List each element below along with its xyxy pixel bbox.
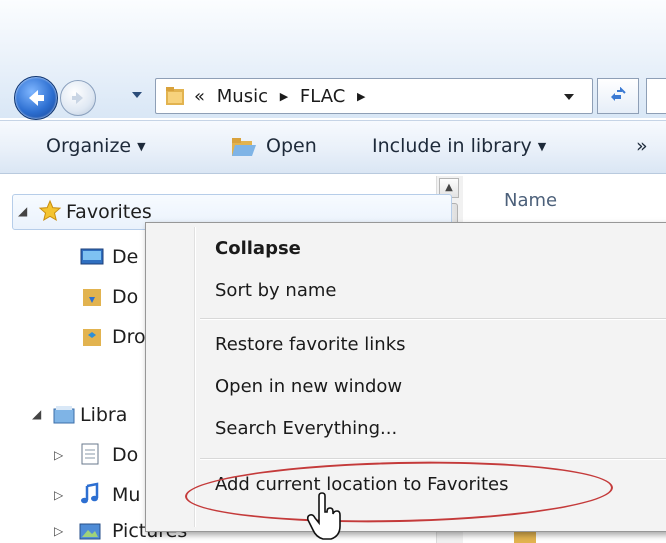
expanded-arrow-icon[interactable]: ◢ — [32, 407, 41, 421]
overflow-chevron[interactable]: « — [194, 86, 205, 107]
history-dropdown-icon[interactable] — [130, 88, 144, 102]
dropbox-icon — [83, 329, 101, 346]
nav-item-downloads[interactable]: Do — [112, 286, 138, 308]
menu-item-restore-favorite-links[interactable]: Restore favorite links — [215, 334, 406, 355]
nav-item-desktop[interactable]: De — [112, 246, 138, 268]
include-in-library-button[interactable]: Include in library ▼ — [372, 135, 546, 157]
chevron-down-icon: ▼ — [537, 140, 547, 153]
back-button[interactable] — [14, 76, 58, 120]
expanded-arrow-icon[interactable]: ◢ — [18, 204, 27, 218]
back-arrow-icon — [29, 90, 44, 106]
forward-button[interactable] — [60, 80, 96, 116]
more-commands-button[interactable]: » — [636, 135, 648, 157]
documents-icon — [81, 443, 99, 465]
address-bar[interactable]: « Music ▶ FLAC ▶ — [155, 78, 593, 114]
breadcrumb-arrow-icon[interactable]: ▶ — [357, 90, 365, 103]
breadcrumb-flac[interactable]: FLAC — [300, 86, 345, 107]
breadcrumb-music[interactable]: Music — [217, 86, 268, 107]
nav-item-libraries[interactable]: Libra — [80, 404, 127, 426]
music-note-icon — [81, 482, 99, 504]
collapsed-arrow-icon[interactable]: ▷ — [54, 488, 63, 502]
forward-arrow-icon — [72, 92, 83, 104]
star-icon — [38, 199, 62, 222]
breadcrumb-arrow-icon[interactable]: ▶ — [280, 90, 288, 103]
menu-item-open-in-new-window[interactable]: Open in new window — [215, 376, 402, 397]
command-bar: Organize ▼ Open Include in library ▼ » — [0, 120, 666, 174]
favorites-label: Favorites — [66, 201, 152, 223]
chevron-down-icon: ▼ — [137, 140, 146, 153]
open-button[interactable]: Open — [266, 135, 317, 157]
address-dropdown-icon[interactable] — [563, 93, 575, 101]
nav-item-dropbox[interactable]: Dro — [112, 326, 146, 348]
open-label: Open — [266, 135, 317, 157]
hand-cursor-icon — [306, 492, 341, 540]
pictures-icon — [79, 523, 101, 540]
include-label: Include in library — [372, 135, 532, 157]
refresh-button[interactable] — [597, 78, 639, 114]
menu-separator — [200, 458, 666, 460]
nav-item-music[interactable]: Mu — [112, 484, 140, 506]
menu-item-collapse[interactable]: Collapse — [215, 238, 301, 259]
nav-item-documents[interactable]: Do — [112, 444, 138, 466]
organize-button[interactable]: Organize ▼ — [46, 135, 146, 157]
open-folder-icon — [232, 138, 256, 156]
desktop-icon — [80, 248, 104, 265]
folder-icon — [166, 87, 184, 105]
organize-label: Organize — [46, 135, 132, 157]
collapsed-arrow-icon[interactable]: ▷ — [54, 448, 63, 462]
refresh-icon — [611, 87, 626, 101]
search-box[interactable] — [646, 78, 666, 114]
column-header-name[interactable]: Name — [504, 190, 557, 211]
menu-item-sort-by-name[interactable]: Sort by name — [215, 280, 336, 301]
collapsed-arrow-icon[interactable]: ▷ — [54, 524, 63, 538]
menu-icon-gutter — [194, 227, 196, 527]
downloads-icon — [83, 289, 101, 306]
menu-separator — [200, 318, 666, 320]
breadcrumb: « Music ▶ FLAC ▶ — [194, 86, 371, 107]
menu-item-search-everything[interactable]: Search Everything... — [215, 418, 397, 439]
libraries-icon — [53, 406, 75, 424]
